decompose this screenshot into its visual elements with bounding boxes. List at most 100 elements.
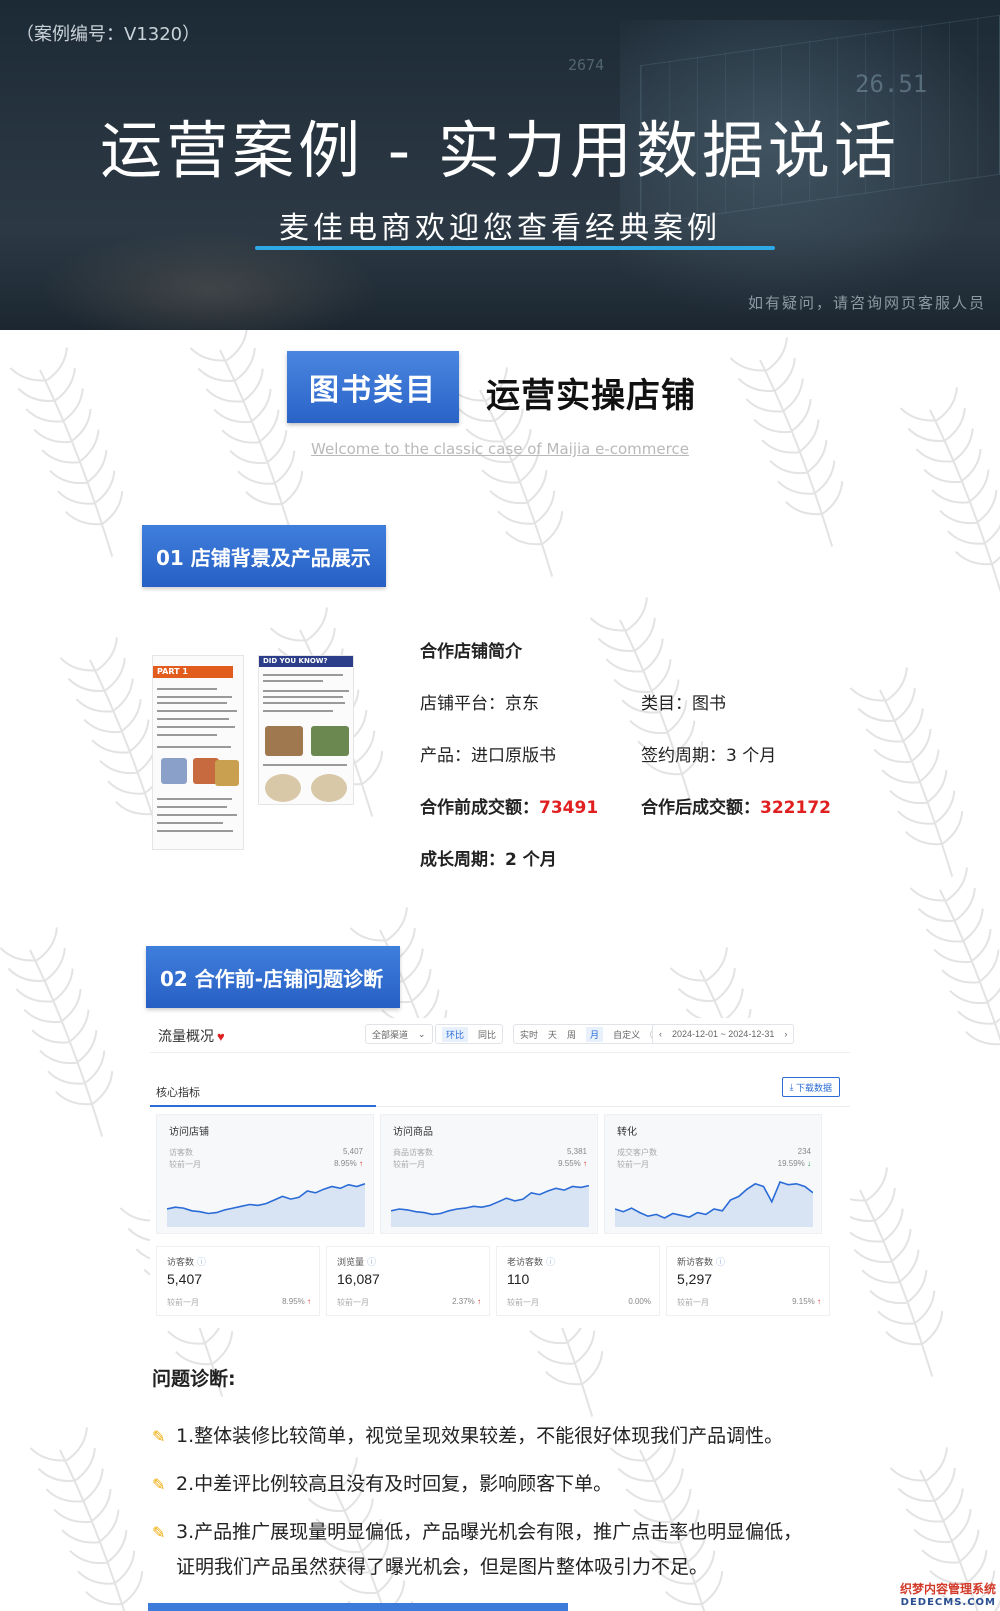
- case-number: （案例编号：V1320）: [16, 24, 201, 45]
- dashboard-title: 流量概况 ♥: [158, 1026, 225, 1046]
- compare-toggle[interactable]: 环比 同比: [435, 1024, 504, 1044]
- help-icon: ⓘ: [197, 1257, 207, 1267]
- diagnosis-text: 3.产品推广展现量明显偏低，产品曝光机会有限，推广点击率也明显偏低，: [176, 1521, 803, 1543]
- store-intro-title: 合作店铺简介: [420, 642, 522, 662]
- diagnosis-item: ✎ 1.整体装修比较简单，视觉呈现效果较差，不能很好体现我们产品调性。: [152, 1419, 783, 1454]
- stat-compare: 较前一月: [337, 1298, 369, 1307]
- stat-title-text: 新访客数: [677, 1257, 714, 1267]
- metric-card-conversion[interactable]: 转化 成交客户数 较前一月 234 19.59% ↓: [604, 1114, 822, 1234]
- stat-pct: 0.00%: [628, 1297, 651, 1306]
- diagnosis-item: ✎ 3.产品推广展现量明显偏低，产品曝光机会有限，推广点击率也明显偏低，: [152, 1515, 802, 1550]
- stat-pct-value: 2.37%: [452, 1297, 475, 1306]
- compare-mom[interactable]: 环比: [442, 1026, 469, 1042]
- arrow-up-icon: ↑: [359, 1159, 363, 1168]
- core-metrics-tab[interactable]: 核心指标: [156, 1084, 200, 1100]
- download-label: 下载数据: [795, 1082, 832, 1093]
- store-category: 类目：图书: [641, 694, 726, 714]
- heart-icon: ♥: [217, 1029, 225, 1044]
- card-pct-value: 9.55%: [558, 1159, 581, 1168]
- sales-before: 合作前成交额：73491: [420, 793, 598, 818]
- sales-before-value: 73491: [539, 798, 599, 818]
- diagnosis-text: 证明我们产品虽然获得了曝光机会，但是图片整体吸引力不足。: [176, 1556, 709, 1578]
- welcome-text: Welcome to the classic case of Maijia e-…: [311, 440, 689, 458]
- pencil-icon: ✎: [152, 1427, 166, 1446]
- date-range-value: 2024-12-01 ~ 2024-12-31: [672, 1029, 775, 1039]
- range-week[interactable]: 周: [567, 1028, 576, 1041]
- stat-pct-value: 0.00%: [628, 1297, 651, 1306]
- range-day[interactable]: 天: [548, 1028, 557, 1041]
- range-custom[interactable]: 自定义: [613, 1028, 640, 1041]
- intro-title: 运营实操店铺: [486, 376, 696, 416]
- stat-compare: 较前一月: [507, 1298, 539, 1307]
- range-month[interactable]: 月: [586, 1026, 604, 1042]
- sparkline-chart: [167, 1183, 365, 1227]
- card-compare: 较前一月: [617, 1160, 649, 1169]
- stat-pct: 8.95% ↑: [282, 1297, 311, 1306]
- sparkline-area: [167, 1183, 365, 1227]
- stat-pct: 9.15% ↑: [792, 1297, 821, 1306]
- traffic-dashboard-screenshot: 流量概况♥ 全部渠道 ⌄ 环比同比 实时 天 周 月 自定义 ⓘ ‹ 2024-1…: [150, 1018, 850, 1328]
- contract-period: 签约周期：3 个月: [641, 746, 777, 766]
- book-2-title: DID YOU KNOW?: [259, 656, 353, 667]
- chevron-right-icon[interactable]: ›: [784, 1029, 787, 1039]
- sales-after-value: 322172: [760, 798, 831, 818]
- chevron-left-icon[interactable]: ‹: [659, 1029, 662, 1039]
- compare-yoy[interactable]: 同比: [478, 1028, 496, 1041]
- category-badge: 图书类目: [287, 351, 459, 423]
- consult-note: 如有疑问，请咨询网页客服人员: [747, 294, 986, 312]
- metric-card-product-visit[interactable]: 访问商品 商品访客数 较前一月 5,381 9.55% ↑: [380, 1114, 598, 1234]
- stat-visitors: 访客数 ⓘ 5,407 较前一月 8.95% ↑: [156, 1246, 320, 1316]
- chevron-down-icon: ⌄: [418, 1028, 426, 1039]
- book-1-part-label: PART 1: [153, 666, 233, 678]
- diagnosis-text: 2.中差评比例较高且没有及时回复，影响顾客下单。: [176, 1473, 613, 1495]
- card-compare: 较前一月: [393, 1160, 425, 1169]
- arrow-up-icon: ↑: [307, 1297, 311, 1306]
- sparkline-chart: [391, 1184, 589, 1227]
- range-realtime[interactable]: 实时: [520, 1028, 538, 1041]
- stat-value: 5,407: [167, 1271, 203, 1287]
- leaf-sprig: [849, 667, 964, 877]
- stat-compare: 较前一月: [167, 1298, 199, 1307]
- stat-title: 新访客数 ⓘ: [677, 1255, 725, 1268]
- stat-title: 访客数 ⓘ: [167, 1255, 206, 1268]
- sales-after-label: 合作后成交额：: [641, 798, 760, 818]
- hero-subtitle: 麦佳电商欢迎您查看经典案例: [279, 211, 721, 246]
- help-icon: ⓘ: [367, 1257, 377, 1267]
- help-icon: ⓘ: [716, 1257, 726, 1267]
- card-value: 5,407: [342, 1147, 363, 1156]
- section-heading-store-background: 01 店铺背景及产品展示: [142, 525, 386, 587]
- hero-bg-number: 26.51: [855, 70, 928, 98]
- dashboard-divider: [150, 1052, 850, 1053]
- card-metric: 访客数: [169, 1148, 193, 1157]
- range-toggle[interactable]: 实时 天 周 月 自定义 ⓘ: [513, 1024, 667, 1044]
- hero-bg-number: 2674: [568, 56, 605, 74]
- arrow-up-icon: ↑: [817, 1297, 821, 1306]
- watermark-line-2: DEDECMS.COM: [900, 1597, 996, 1608]
- sparkline-area: [391, 1185, 589, 1227]
- card-pct: 9.55% ↑: [558, 1159, 587, 1168]
- leaf-sprig: [0, 927, 114, 1137]
- channel-select[interactable]: 全部渠道 ⌄: [365, 1024, 433, 1044]
- diagnosis-text: 1.整体装修比较简单，视觉呈现效果较差，不能很好体现我们产品调性。: [176, 1425, 784, 1447]
- sales-after: 合作后成交额：322172: [641, 793, 831, 818]
- download-data-button[interactable]: ⤓ 下载数据: [781, 1077, 840, 1097]
- sparkline-area: [615, 1182, 813, 1227]
- stat-new-visitors: 新访客数 ⓘ 5,297 较前一月 9.15% ↑: [666, 1246, 830, 1316]
- stat-pct-value: 8.95%: [282, 1297, 305, 1306]
- stat-compare: 较前一月: [677, 1298, 709, 1307]
- arrow-up-icon: ↑: [583, 1159, 587, 1168]
- metric-card-store-visit[interactable]: 访问店铺 访客数 较前一月 5,407 8.95% ↑: [156, 1114, 374, 1234]
- leaf-sprig: [899, 387, 1000, 597]
- card-value: 5,381: [566, 1147, 587, 1156]
- card-metric: 成交客户数: [617, 1148, 657, 1157]
- stat-title-text: 老访客数: [507, 1257, 544, 1267]
- date-range-picker[interactable]: ‹ 2024-12-01 ~ 2024-12-31 ›: [652, 1024, 795, 1044]
- diagnosis-title: 问题诊断:: [152, 1368, 236, 1390]
- next-section-bar: [148, 1603, 568, 1611]
- core-tab-indicator: [150, 1105, 376, 1107]
- card-value: 234: [797, 1147, 811, 1156]
- card-pct: 19.59% ↓: [778, 1159, 811, 1168]
- card-compare: 较前一月: [169, 1160, 201, 1169]
- stat-value: 5,297: [677, 1271, 713, 1287]
- diagnosis-item: ✎ 2.中差评比例较高且没有及时回复，影响顾客下单。: [152, 1467, 612, 1502]
